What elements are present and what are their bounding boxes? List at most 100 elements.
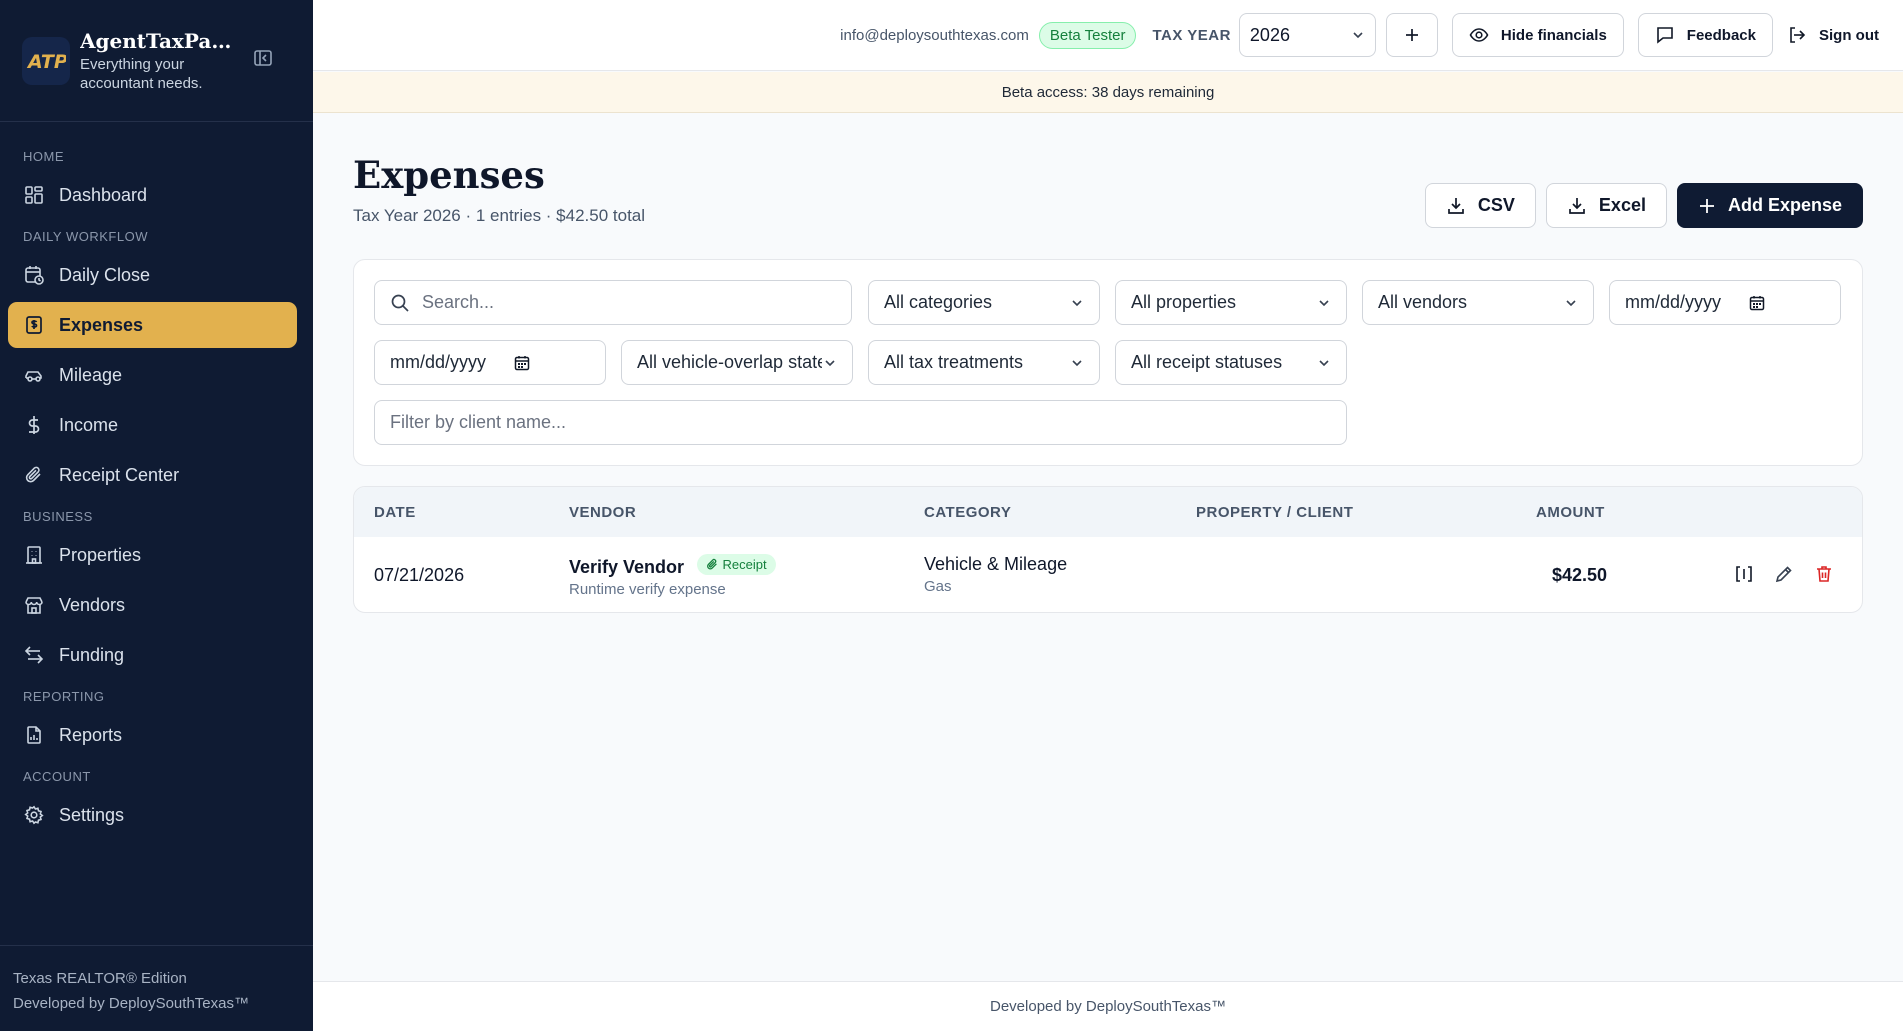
eye-icon — [1469, 28, 1489, 42]
sidebar-item-label: Dashboard — [59, 184, 148, 205]
receipt-status-select[interactable]: All receipt statuses — [1115, 340, 1347, 385]
nav-section-business: BUSINESS — [23, 509, 93, 524]
sidebar-footer: Texas REALTOR® Edition Developed by Depl… — [0, 945, 313, 1031]
sidebar-item-label: Vendors — [59, 594, 126, 615]
chevron-down-icon — [1319, 359, 1329, 366]
sidebar-item-vendors[interactable]: Vendors — [8, 582, 297, 628]
add-expense-label: Add Expense — [1727, 195, 1842, 215]
vendor-value: All vendors — [1378, 292, 1468, 312]
add-tax-year-button[interactable] — [1385, 13, 1438, 57]
search-placeholder: Search... — [422, 292, 495, 312]
sign-out-button[interactable]: Sign out — [1787, 25, 1879, 45]
collapse-sidebar-icon[interactable] — [253, 48, 273, 68]
vehicle-overlap-select[interactable]: All vehicle-overlap states — [621, 340, 853, 385]
filters-panel: Search... All categories All properties … — [353, 259, 1863, 466]
nav-section-home: HOME — [23, 149, 64, 164]
paperclip-icon — [706, 558, 717, 570]
sidebar-item-reports[interactable]: Reports — [8, 712, 297, 758]
app-logo[interactable]: ATP — [22, 36, 70, 85]
beta-access-banner: Beta access: 38 days remaining — [313, 72, 1903, 113]
category-cell: Vehicle & Mileage Gas — [924, 554, 1067, 595]
page-footer: Developed by DeploySouthTexas™ — [313, 981, 1903, 1031]
vendor-name: Verify Vendor — [569, 557, 685, 577]
sidebar-item-funding[interactable]: Funding — [8, 632, 297, 678]
sidebar-item-mileage[interactable]: Mileage — [8, 352, 297, 398]
feedback-label: Feedback — [1686, 26, 1756, 44]
plus-icon — [1699, 198, 1714, 213]
hide-financials-button[interactable]: Hide financials — [1451, 13, 1624, 57]
export-csv-button[interactable]: CSV — [1424, 183, 1536, 228]
date-from-value: mm/dd/yyyy — [1625, 292, 1722, 312]
category-name: Vehicle & Mileage — [924, 554, 1068, 574]
calendar-icon — [1749, 295, 1765, 310]
vendor-cell: Verify Vendor Receipt Runtime verify exp… — [569, 554, 776, 598]
expense-description: Runtime verify expense — [569, 581, 726, 598]
plus-icon — [1405, 29, 1418, 41]
hide-financials-label: Hide financials — [1500, 26, 1607, 44]
column-header-property-client: PROPERTY / CLIENT — [1196, 504, 1354, 521]
search-input[interactable]: Search... — [374, 280, 852, 325]
store-icon — [24, 595, 44, 615]
header-actions: CSV Excel Add Expense — [1415, 183, 1863, 228]
delete-trash-icon[interactable] — [1814, 564, 1834, 584]
dollar-icon — [24, 415, 44, 435]
column-header-category: CATEGORY — [924, 504, 1012, 521]
sidebar-item-label: Receipt Center — [59, 464, 180, 485]
sidebar-item-label: Reports — [59, 724, 123, 745]
paperclip-icon — [24, 465, 44, 485]
edit-pencil-icon[interactable] — [1774, 564, 1794, 584]
sidebar-item-label: Settings — [59, 804, 125, 825]
table-row[interactable]: 07/21/2026 Verify Vendor Receipt Runtime… — [354, 537, 1862, 612]
building-icon — [24, 545, 44, 565]
sidebar-item-expenses[interactable]: Expenses — [8, 302, 297, 348]
message-square-icon — [1656, 27, 1673, 44]
nav-section-reporting: REPORTING — [23, 689, 105, 704]
tax-treatment-select[interactable]: All tax treatments — [868, 340, 1100, 385]
export-excel-button[interactable]: Excel — [1545, 183, 1667, 228]
client-name-filter-input[interactable]: Filter by client name... — [374, 400, 1347, 445]
brand-header: ATP AgentTaxPack... Everything your acco… — [0, 0, 313, 122]
date-to-input[interactable]: mm/dd/yyyy — [374, 340, 606, 385]
sidebar-item-label: Income — [59, 414, 119, 435]
sidebar-item-label: Daily Close — [59, 264, 151, 285]
search-icon — [391, 294, 409, 312]
vendor-select[interactable]: All vendors — [1362, 280, 1594, 325]
sidebar-item-income[interactable]: Income — [8, 402, 297, 448]
chevron-down-icon — [1319, 299, 1329, 306]
split-expense-icon[interactable] — [1734, 564, 1754, 584]
main-content: Expenses Tax Year 2026 · 1 entries · $42… — [353, 113, 1863, 613]
receipt-badge: Receipt — [696, 554, 776, 575]
expenses-table: DATE VENDOR CATEGORY PROPERTY / CLIENT A… — [353, 486, 1863, 613]
sidebar-item-receipt-center[interactable]: Receipt Center — [8, 452, 297, 498]
chevron-down-icon — [1072, 359, 1082, 366]
vehicle-overlap-value: All vehicle-overlap states — [637, 352, 822, 372]
category-select[interactable]: All categories — [868, 280, 1100, 325]
dashboard-icon — [24, 185, 44, 205]
sidebar-item-settings[interactable]: Settings — [8, 792, 297, 838]
client-filter-placeholder: Filter by client name... — [390, 412, 567, 432]
sidebar-item-dashboard[interactable]: Dashboard — [8, 172, 297, 218]
sidebar-item-properties[interactable]: Properties — [8, 532, 297, 578]
date-from-input[interactable]: mm/dd/yyyy — [1609, 280, 1841, 325]
column-header-amount: AMOUNT — [1536, 504, 1605, 521]
feedback-button[interactable]: Feedback — [1637, 13, 1773, 57]
chevron-down-icon — [1072, 299, 1082, 306]
page-title: Expenses — [353, 153, 545, 197]
sidebar-item-daily-close[interactable]: Daily Close — [8, 252, 297, 298]
gear-icon — [24, 805, 44, 825]
property-select[interactable]: All properties — [1115, 280, 1347, 325]
sign-out-label: Sign out — [1819, 26, 1879, 44]
tax-year-label: TAX YEAR — [1152, 26, 1231, 44]
subcategory-name: Gas — [924, 578, 952, 595]
log-out-icon — [1790, 27, 1806, 43]
csv-label: CSV — [1477, 195, 1515, 215]
receipt-dollar-icon — [24, 315, 44, 335]
arrows-left-right-icon — [24, 645, 44, 665]
download-icon — [1448, 197, 1464, 214]
app-title: AgentTaxPack... — [80, 28, 240, 53]
developer-text: Developed by DeploySouthTexas™ — [13, 995, 249, 1012]
tax-year-select[interactable]: 2026 — [1238, 13, 1376, 57]
add-expense-button[interactable]: Add Expense — [1676, 183, 1863, 228]
top-bar: info@deploysouthtexas.com Beta Tester TA… — [313, 0, 1903, 71]
expense-date: 07/21/2026 — [374, 565, 465, 585]
